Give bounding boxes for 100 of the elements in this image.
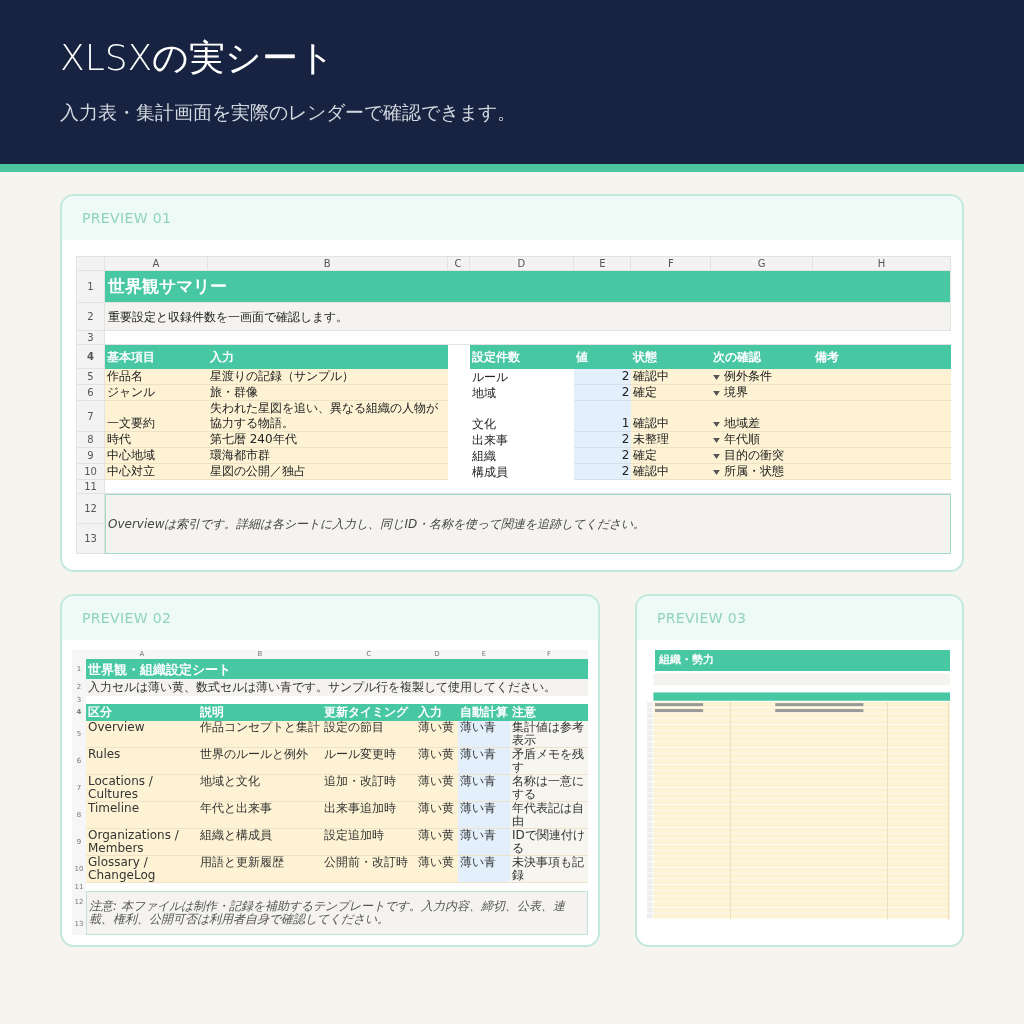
- row-number: 8: [77, 432, 105, 448]
- table-cell: 集計値は参考表示: [510, 721, 588, 748]
- table-cell: 未整理: [631, 432, 712, 448]
- column-header: H: [813, 257, 951, 271]
- table-cell: Timeline: [86, 802, 198, 829]
- page-subtitle: 入力表・集計画面を実際のレンダーで確認できます。: [60, 100, 517, 125]
- table-cell: 未決事項も記録: [510, 856, 588, 883]
- table-header-cell: 入力: [416, 704, 458, 721]
- table-cell: 年代と出来事: [198, 802, 322, 829]
- table-cell: 環海都市群: [207, 448, 448, 464]
- table-cell: ルール変更時: [322, 748, 416, 775]
- row-number: 7: [77, 401, 105, 432]
- table-cell: 2: [574, 448, 632, 464]
- table-cell: 組織と構成員: [198, 829, 322, 856]
- table-cell: 薄い青: [458, 829, 510, 856]
- table-cell: ジャンル: [105, 385, 208, 401]
- table-cell: 薄い青: [458, 802, 510, 829]
- table-cell: 2: [574, 432, 632, 448]
- column-header: E: [574, 257, 632, 271]
- sheet-title: 世界観サマリー: [105, 271, 951, 303]
- preview-label: PREVIEW 03: [657, 608, 747, 628]
- row-number: 1: [77, 271, 105, 303]
- table-cell: Glossary / ChangeLog: [86, 856, 198, 883]
- table-cell: 矛盾メモを残す: [510, 748, 588, 775]
- table-cell: Overview: [86, 721, 198, 748]
- table-header-cell: 状態: [631, 345, 712, 369]
- table-cell: 作品コンセプトと集計: [198, 721, 322, 748]
- dropdown-cell[interactable]: 目的の衝突: [711, 448, 814, 464]
- sheet-title: 世界観・組織設定シート: [86, 659, 588, 679]
- table-header-cell: 入力: [207, 345, 448, 369]
- table-cell: 2: [574, 464, 632, 480]
- table-cell: 薄い黄: [416, 748, 458, 775]
- table-cell: 確定: [631, 385, 712, 401]
- row-number: 6: [77, 385, 105, 401]
- table-cell: 公開前・改訂時: [322, 856, 416, 883]
- preview-label: PREVIEW 01: [82, 208, 172, 228]
- table-header-cell: 備考: [813, 345, 951, 369]
- caret-icon: [713, 421, 721, 427]
- table-cell: 薄い黄: [416, 721, 458, 748]
- column-header: G: [711, 257, 814, 271]
- table-cell: 第七暦 240年代: [207, 432, 448, 448]
- table-cell-text: 構成員: [470, 464, 509, 480]
- table-cell: 旅・群像: [207, 385, 448, 401]
- table-cell-text: 組織: [470, 448, 497, 464]
- table-header-cell: 区分: [86, 704, 198, 721]
- dropdown-cell[interactable]: 地域差: [711, 401, 814, 432]
- sheet-title: 組織・勢力: [655, 650, 950, 671]
- caret-icon: [713, 390, 721, 396]
- table-cell: 時代: [105, 432, 208, 448]
- table-cell: 薄い青: [458, 721, 510, 748]
- table-cell: 1: [574, 401, 632, 432]
- table-cell: 出来事追加時: [322, 802, 416, 829]
- row-number: 2: [77, 303, 105, 331]
- table-cell: 星渡りの記録（サンプル）: [207, 369, 448, 385]
- table-header-cell: 説明: [198, 704, 322, 721]
- table-cell: IDで関連付ける: [510, 829, 588, 856]
- table-cell: 2: [574, 385, 632, 401]
- dropdown-cell[interactable]: 例外条件: [711, 369, 814, 385]
- note-cell: 注意: 本ファイルは制作・記録を補助するテンプレートです。入力内容、締切、公表、連載、権利、公開可否は利用者自身で確認してください。: [86, 891, 588, 935]
- column-header: B: [207, 257, 448, 271]
- sheet-description: 入力セルは薄い黄、数式セルは薄い青です。サンプル行を複製して使用してください。: [86, 679, 588, 696]
- dropdown-cell[interactable]: 年代順: [711, 432, 814, 448]
- row-number: 10: [77, 464, 105, 480]
- note-cell: Overviewは索引です。詳細は各シートに入力し、同じID・名称を使って関連を追跡してください。: [105, 494, 951, 554]
- table-cell-text: ルール: [470, 369, 509, 385]
- table-cell: 地域と文化: [198, 775, 322, 802]
- table-cell: 一文要約: [105, 401, 208, 432]
- row-number: 12: [77, 494, 105, 524]
- table-header-cell: 次の確認: [711, 345, 814, 369]
- table-cell-text: 文化: [470, 416, 497, 432]
- row-number: 4: [77, 345, 105, 369]
- caret-icon: [713, 453, 721, 459]
- table-cell: 中心対立: [105, 464, 208, 480]
- row-number: 9: [77, 448, 105, 464]
- page-title: XLSXの実シート: [60, 36, 337, 80]
- table-cell: 薄い黄: [416, 775, 458, 802]
- table-cell: 用語と更新履歴: [198, 856, 322, 883]
- preview-label: PREVIEW 02: [82, 608, 172, 628]
- table-cell: 確認中: [631, 369, 712, 385]
- table-cell: 中心地域: [105, 448, 208, 464]
- table-cell: 名称は一意にする: [510, 775, 588, 802]
- table-cell: 薄い青: [458, 856, 510, 883]
- table-cell: 作品名: [105, 369, 208, 385]
- table-cell-text: 出来事: [470, 432, 509, 448]
- table-cell: Locations / Cultures: [86, 775, 198, 802]
- table-cell-text: 地域: [470, 385, 497, 401]
- table-header-cell: 更新タイミング: [322, 704, 416, 721]
- row-number: 11: [77, 480, 105, 494]
- row-number: 3: [77, 331, 105, 345]
- dropdown-cell[interactable]: 境界: [711, 385, 814, 401]
- table-cell: 確認中: [631, 401, 712, 432]
- caret-icon: [713, 469, 721, 475]
- table-cell: 設定の節目: [322, 721, 416, 748]
- caret-icon: [713, 374, 721, 380]
- table-cell: 確定: [631, 448, 712, 464]
- table-cell: Rules: [86, 748, 198, 775]
- table-cell: 薄い黄: [416, 829, 458, 856]
- dropdown-cell[interactable]: 所属・状態: [711, 464, 814, 480]
- caret-icon: [713, 437, 721, 443]
- table-cell: 薄い青: [458, 748, 510, 775]
